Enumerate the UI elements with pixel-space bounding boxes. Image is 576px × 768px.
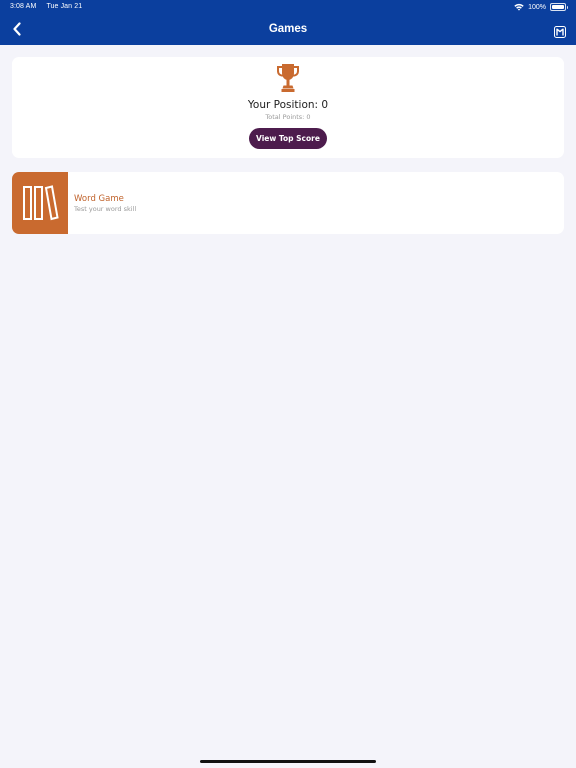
score-card: Your Position: 0 Total Points: 0 View To… <box>12 57 564 158</box>
home-indicator <box>200 760 376 763</box>
status-date: Tue Jan 21 <box>46 3 83 10</box>
books-icon <box>23 185 59 221</box>
trophy-icon <box>277 64 299 92</box>
wifi-icon <box>514 3 524 11</box>
battery-icon <box>550 3 568 11</box>
status-bar-left: 3:08 AM Tue Jan 21 <box>10 2 82 12</box>
status-time: 3:08 AM <box>10 3 37 10</box>
battery-percent: 100% <box>528 3 546 11</box>
brand-logo-icon <box>554 26 566 38</box>
view-top-score-button[interactable]: View Top Score <box>249 128 327 149</box>
game-subtitle: Test your word skill <box>74 205 137 213</box>
game-title: Word Game <box>74 194 124 204</box>
your-position-text: Your Position: 0 <box>247 99 329 111</box>
brand-logo-button[interactable] <box>554 23 566 38</box>
page-title: Games <box>268 23 308 35</box>
total-points-text: Total Points: 0 <box>265 113 311 121</box>
status-bar-right: 100% <box>514 1 568 13</box>
game-thumbnail <box>12 172 68 234</box>
game-list-item-word-game[interactable]: Word Game Test your word skill <box>12 172 564 234</box>
app-header: 3:08 AM Tue Jan 21 100% Games <box>0 0 576 45</box>
